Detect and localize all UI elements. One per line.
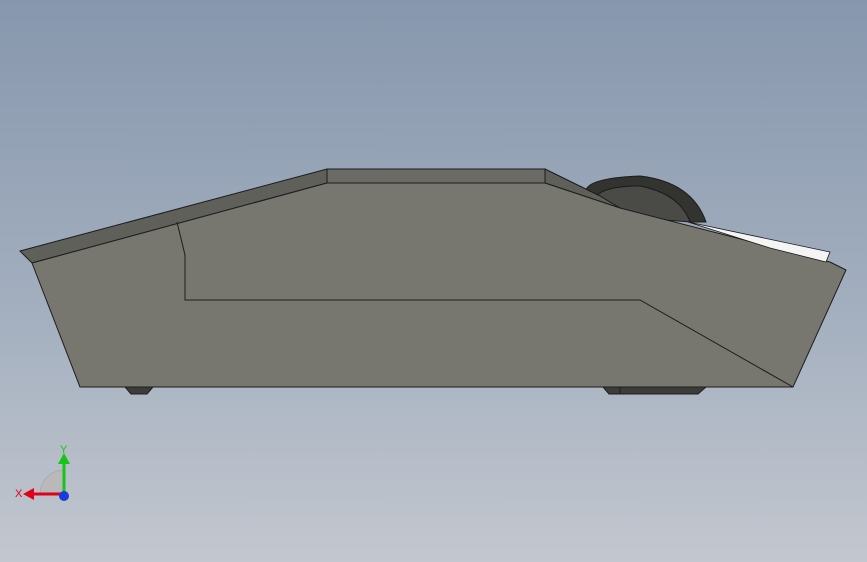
- main-body: [31, 182, 847, 388]
- 3d-model-view[interactable]: [0, 0, 867, 562]
- z-axis-dot-icon: [59, 491, 69, 501]
- x-axis-arrow-icon: [23, 488, 34, 500]
- axis-triad: Y X: [15, 444, 70, 501]
- y-axis-label: Y: [60, 444, 68, 456]
- graphics-viewport[interactable]: Y X: [0, 0, 867, 562]
- x-axis-label: X: [15, 488, 23, 500]
- xy-plane-wedge: [39, 469, 65, 495]
- feet: [123, 386, 708, 395]
